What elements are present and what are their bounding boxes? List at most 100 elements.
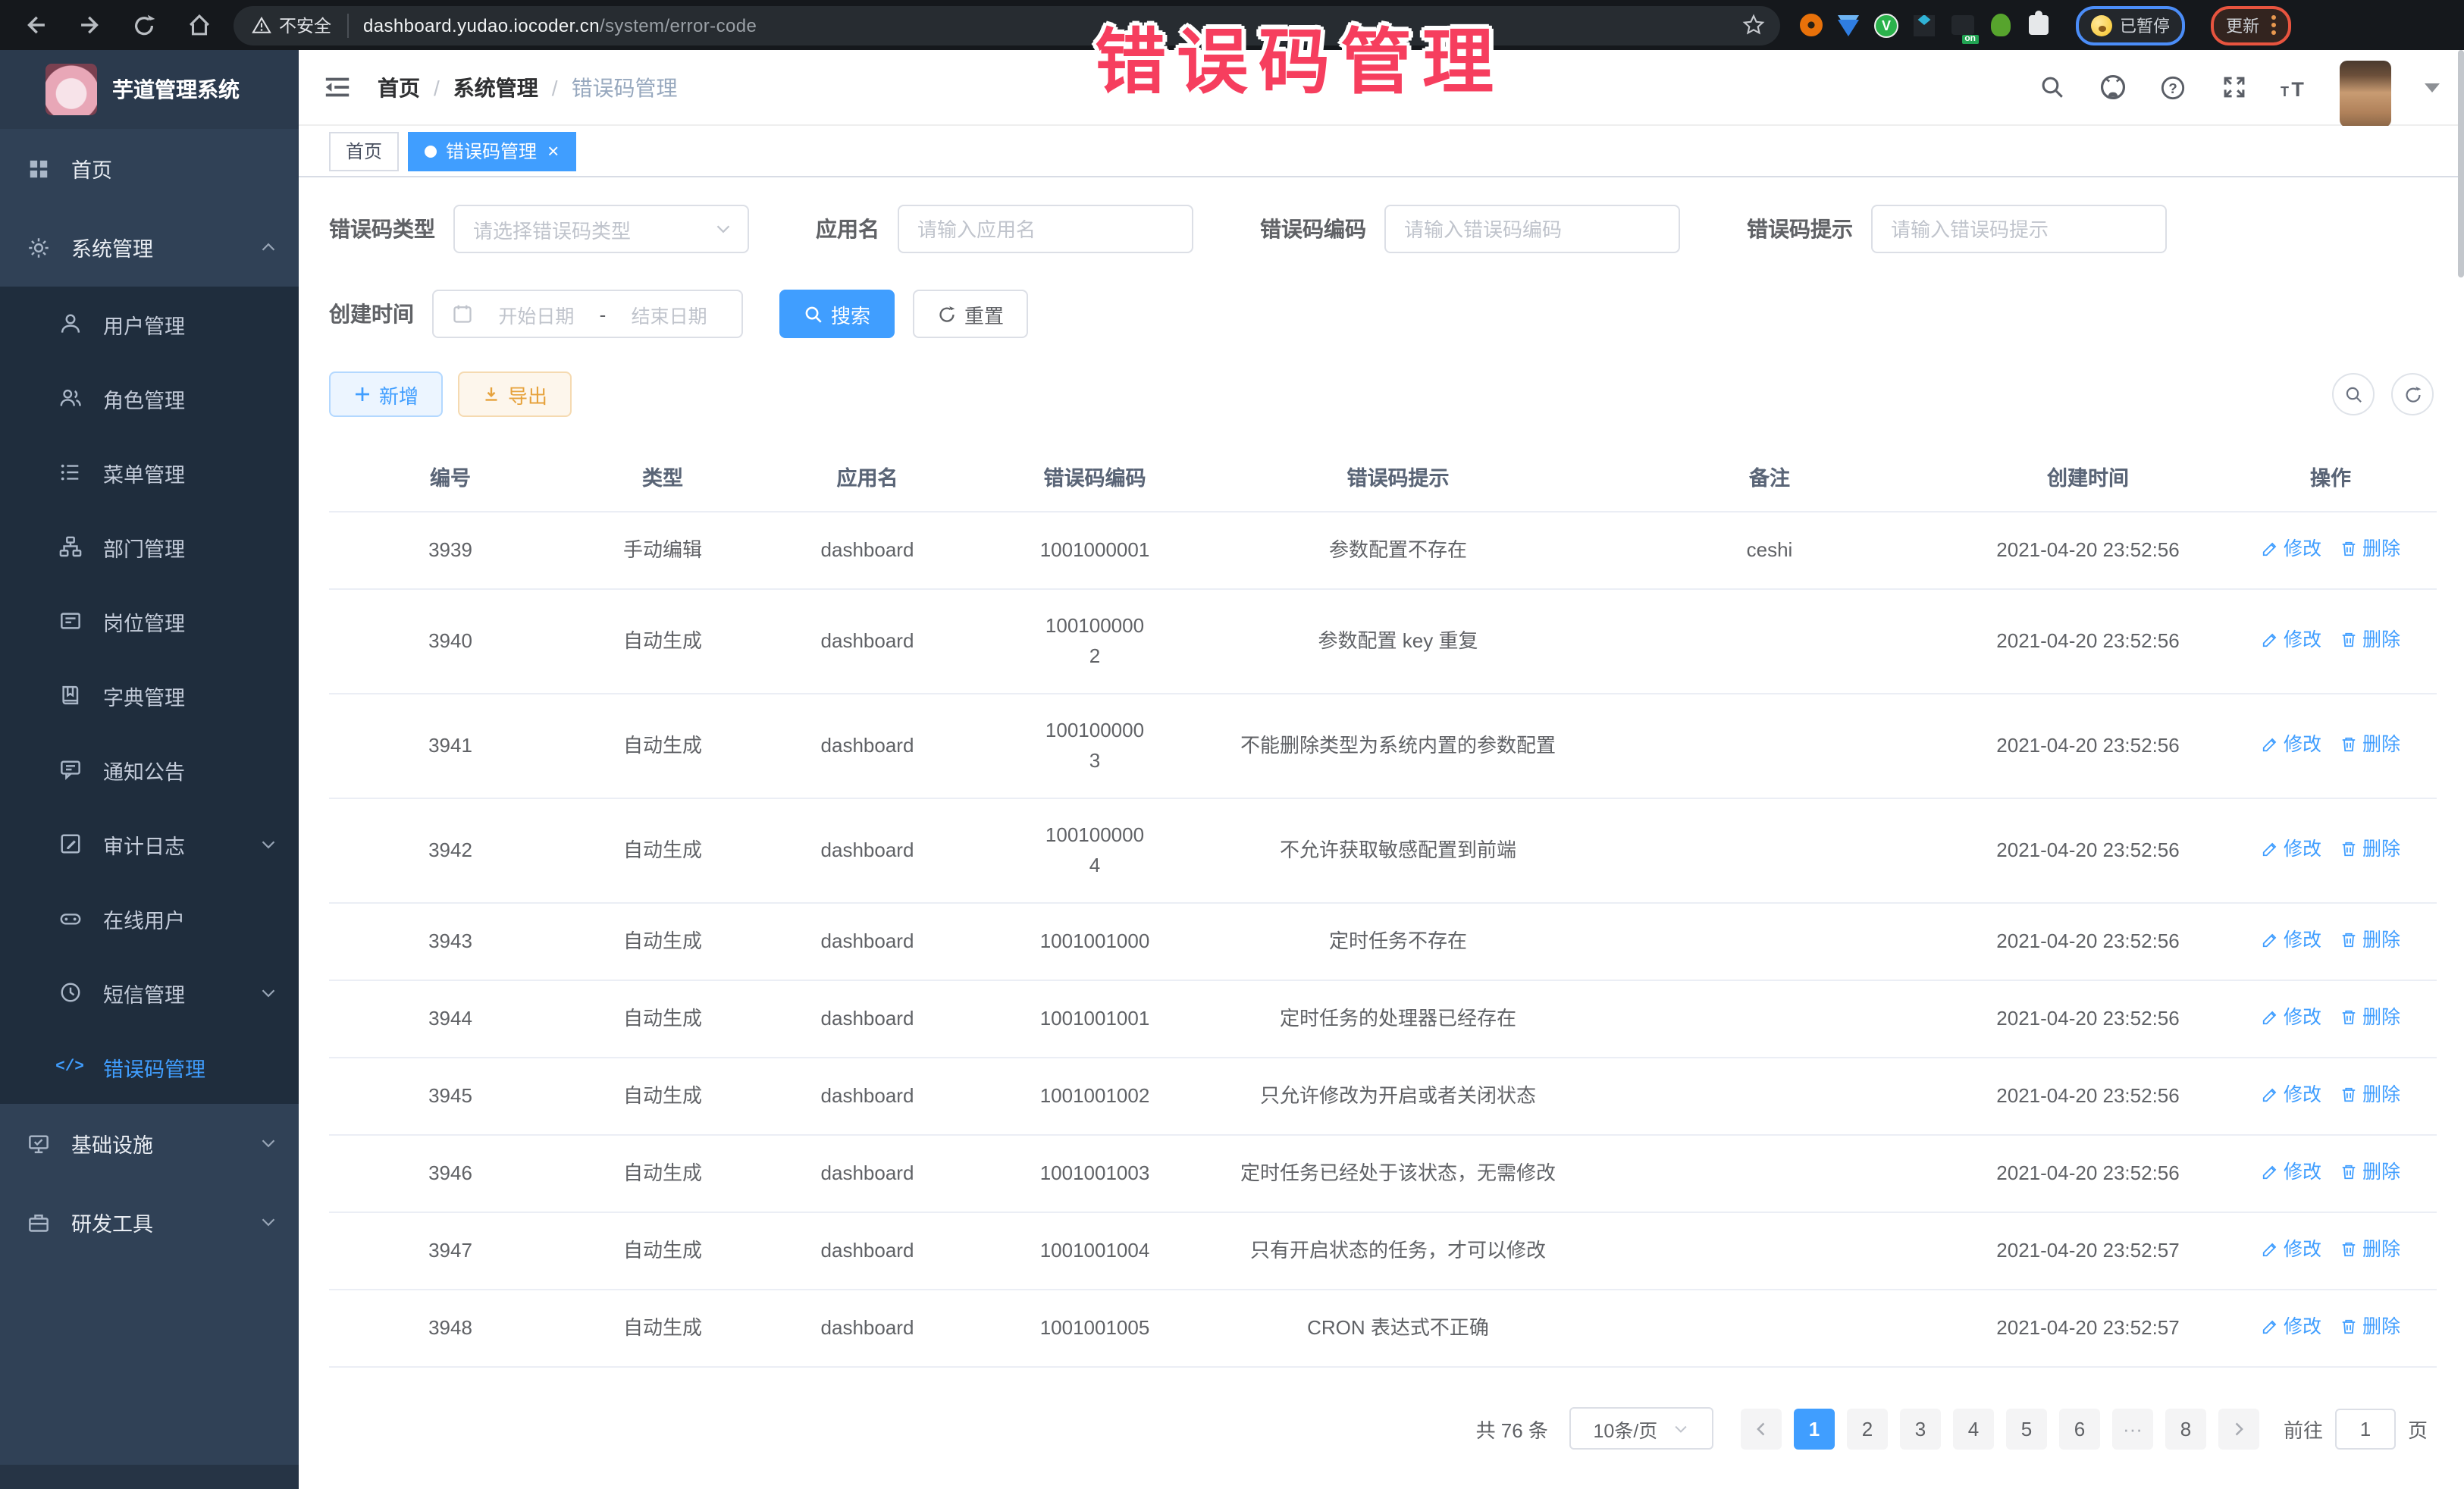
header-search-icon[interactable] bbox=[2036, 72, 2067, 102]
tab-active[interactable]: 错误码管理× bbox=[408, 131, 575, 171]
prev-page-button[interactable] bbox=[1741, 1408, 1782, 1449]
delete-link[interactable]: 删除 bbox=[2340, 1234, 2400, 1265]
error-hint-input[interactable] bbox=[1891, 218, 2147, 240]
sidebar-item-dept-management[interactable]: 部门管理 bbox=[0, 509, 299, 584]
reset-button[interactable]: 重置 bbox=[913, 290, 1028, 338]
help-icon[interactable]: ? bbox=[2158, 72, 2188, 102]
delete-link[interactable]: 删除 bbox=[2340, 1312, 2400, 1342]
edit-icon bbox=[2261, 540, 2279, 558]
sidebar-collapse-icon[interactable] bbox=[320, 71, 353, 104]
sidebar-logo-row[interactable]: 芋道管理系统 bbox=[0, 50, 299, 129]
breadcrumb-item[interactable]: 系统管理 bbox=[453, 72, 538, 102]
filter-row-1: 错误码类型 请选择错误码类型 应用名 bbox=[329, 205, 2434, 253]
edit-icon bbox=[2261, 1086, 2279, 1104]
sidebar-item-infrastructure[interactable]: 基础设施 bbox=[0, 1104, 299, 1183]
page-size-select[interactable]: 10条/页 bbox=[1569, 1407, 1713, 1450]
page-button-1[interactable]: 1 bbox=[1794, 1408, 1835, 1449]
edit-link[interactable]: 修改 bbox=[2261, 1234, 2321, 1265]
extension-on-badge-icon[interactable] bbox=[1950, 13, 1974, 37]
extension-grid-icon[interactable] bbox=[1912, 13, 1936, 37]
browser-forward-icon[interactable] bbox=[70, 5, 109, 45]
delete-link[interactable]: 删除 bbox=[2340, 834, 2400, 864]
tab-item[interactable]: 首页 bbox=[329, 131, 399, 171]
browser-update-button[interactable]: 更新 bbox=[2211, 5, 2291, 45]
toggle-search-button[interactable] bbox=[2332, 373, 2375, 415]
edit-link[interactable]: 修改 bbox=[2261, 834, 2321, 864]
pager-more[interactable]: ··· bbox=[2112, 1408, 2153, 1449]
browser-home-icon[interactable] bbox=[179, 5, 218, 45]
user-avatar[interactable] bbox=[2340, 60, 2391, 127]
github-icon[interactable] bbox=[2097, 72, 2127, 102]
sidebar-item-home[interactable]: 首页 bbox=[0, 129, 299, 208]
filter-time-label: 创建时间 bbox=[329, 299, 414, 329]
edit-link[interactable]: 修改 bbox=[2261, 625, 2321, 655]
extension-orange-icon[interactable] bbox=[1798, 13, 1823, 37]
delete-link[interactable]: 删除 bbox=[2340, 1002, 2400, 1033]
create-time-range-picker[interactable]: 开始日期 - 结束日期 bbox=[432, 290, 743, 338]
users-icon bbox=[58, 387, 82, 409]
edit-link[interactable]: 修改 bbox=[2261, 729, 2321, 760]
browser-back-icon[interactable] bbox=[15, 5, 55, 45]
url-bar[interactable]: 不安全 dashboard.yudao.iocoder.cn/system/er… bbox=[234, 5, 1780, 45]
extension-green-check-icon[interactable]: V bbox=[1874, 13, 1898, 37]
font-size-icon[interactable]: TT bbox=[2279, 72, 2309, 102]
edit-icon bbox=[2261, 931, 2279, 949]
sidebar-item-error-code-management[interactable]: </> 错误码管理 bbox=[0, 1030, 299, 1104]
goto-page-input[interactable] bbox=[2335, 1408, 2396, 1449]
delete-link[interactable]: 删除 bbox=[2340, 1157, 2400, 1187]
cell-time: 2021-04-20 23:52:56 bbox=[1951, 1058, 2224, 1135]
error-code-input[interactable] bbox=[1404, 218, 1660, 240]
breadcrumb-item[interactable]: 首页 bbox=[378, 72, 420, 102]
refresh-table-button[interactable] bbox=[2391, 373, 2434, 415]
sidebar-item-dev-tools[interactable]: 研发工具 bbox=[0, 1183, 299, 1262]
sidebar-item-system-management[interactable]: 系统管理 bbox=[0, 208, 299, 287]
sidebar-item-role-management[interactable]: 角色管理 bbox=[0, 361, 299, 435]
page-button-3[interactable]: 3 bbox=[1900, 1408, 1941, 1449]
fullscreen-icon[interactable] bbox=[2218, 72, 2249, 102]
sidebar-item-dict-management[interactable]: 字典管理 bbox=[0, 658, 299, 732]
sidebar-item-user-management[interactable]: 用户管理 bbox=[0, 287, 299, 361]
date-separator: - bbox=[600, 303, 607, 325]
extension-puzzle-icon[interactable] bbox=[2026, 13, 2050, 37]
extension-frog-icon[interactable] bbox=[1988, 13, 2012, 37]
add-button[interactable]: 新增 bbox=[329, 371, 443, 417]
page-button-8[interactable]: 8 bbox=[2165, 1408, 2206, 1449]
export-button[interactable]: 导出 bbox=[458, 371, 572, 417]
sidebar-item-menu-management[interactable]: 菜单管理 bbox=[0, 435, 299, 509]
app-name-input[interactable] bbox=[917, 218, 1174, 240]
edit-link[interactable]: 修改 bbox=[2261, 1312, 2321, 1342]
profile-paused-pill[interactable]: 已暂停 bbox=[2076, 5, 2185, 45]
search-button[interactable]: 搜索 bbox=[779, 290, 895, 338]
user-menu-caret-icon[interactable] bbox=[2425, 83, 2440, 92]
page-button-6[interactable]: 6 bbox=[2059, 1408, 2100, 1449]
edit-link[interactable]: 修改 bbox=[2261, 1157, 2321, 1187]
security-warning[interactable]: 不安全 bbox=[252, 13, 348, 37]
extension-gem-icon[interactable] bbox=[1836, 13, 1861, 37]
edit-link[interactable]: 修改 bbox=[2261, 1002, 2321, 1033]
delete-link[interactable]: 删除 bbox=[2340, 1080, 2400, 1110]
sidebar-item-online-user[interactable]: 在线用户 bbox=[0, 881, 299, 955]
browser-reload-icon[interactable] bbox=[124, 5, 164, 45]
page-button-4[interactable]: 4 bbox=[1953, 1408, 1994, 1449]
delete-link[interactable]: 删除 bbox=[2340, 729, 2400, 760]
error-code-type-select[interactable]: 请选择错误码类型 bbox=[453, 205, 749, 253]
tab-close-icon[interactable]: × bbox=[547, 141, 559, 161]
browser-menu-icon[interactable] bbox=[2271, 15, 2276, 35]
sidebar: 芋道管理系统 首页 系统管理 用户管理 角色管理 菜单管理 部门管理 岗位管理 … bbox=[0, 50, 299, 1489]
edit-link[interactable]: 修改 bbox=[2261, 925, 2321, 955]
edit-link[interactable]: 修改 bbox=[2261, 534, 2321, 564]
edit-link[interactable]: 修改 bbox=[2261, 1080, 2321, 1110]
sidebar-item-notice-management[interactable]: 通知公告 bbox=[0, 732, 299, 807]
page-button-5[interactable]: 5 bbox=[2006, 1408, 2047, 1449]
page-scrollbar[interactable] bbox=[2458, 50, 2464, 1489]
sidebar-item-post-management[interactable]: 岗位管理 bbox=[0, 584, 299, 658]
bookmark-star-icon[interactable] bbox=[1742, 14, 1765, 36]
sidebar-item-audit-log[interactable]: 审计日志 bbox=[0, 807, 299, 881]
delete-icon bbox=[2340, 840, 2358, 858]
delete-link[interactable]: 删除 bbox=[2340, 625, 2400, 655]
delete-link[interactable]: 删除 bbox=[2340, 925, 2400, 955]
next-page-button[interactable] bbox=[2218, 1408, 2259, 1449]
sidebar-item-sms-management[interactable]: 短信管理 bbox=[0, 955, 299, 1030]
delete-link[interactable]: 删除 bbox=[2340, 534, 2400, 564]
page-button-2[interactable]: 2 bbox=[1847, 1408, 1888, 1449]
